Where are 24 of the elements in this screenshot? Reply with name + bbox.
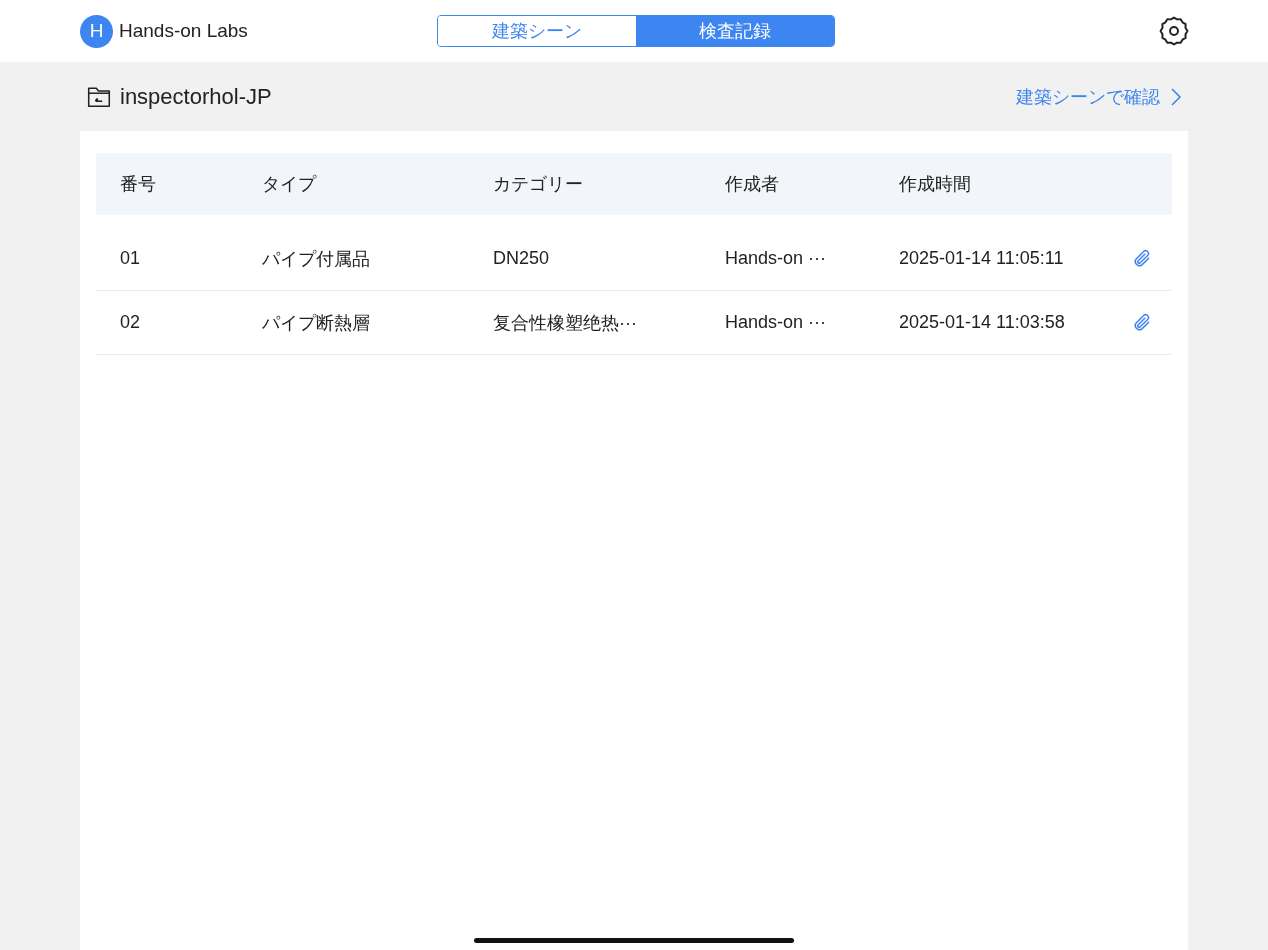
tab[interactable]: 検査記録 — [635, 16, 834, 46]
settings-icon[interactable] — [1157, 14, 1191, 48]
avatar-circle: H — [80, 14, 113, 48]
project-name: inspectorhol-JP — [120, 83, 272, 110]
column-header: タイプ — [262, 173, 318, 196]
column-header: カテゴリー — [493, 173, 584, 196]
paperclip-icon[interactable] — [1132, 248, 1152, 269]
table-cell-text: パイプ断熱層 — [262, 311, 371, 335]
table-cell-text: Hands-on ··· — [725, 248, 828, 269]
column-header: 作成時間 — [899, 173, 972, 196]
table-cell-text: 复合性橡塑绝热··· — [493, 311, 638, 335]
view-link[interactable]: 建築シーンで確認 — [1016, 84, 1182, 109]
table-cell-text: DN250 — [493, 248, 551, 269]
column-header: 番号 — [120, 173, 157, 196]
paperclip-icon[interactable] — [1132, 312, 1152, 333]
chevron-icon — [1170, 86, 1182, 107]
table-cell-text: 2025-01-14 11:03:58 — [899, 312, 1066, 333]
table-cell-text: 2025-01-14 11:05:11 — [899, 248, 1065, 269]
table-cell-text: 01 — [120, 248, 142, 269]
column-header: 作成者 — [725, 173, 780, 196]
table-cell-text: Hands-on ··· — [725, 312, 828, 333]
app-name: Hands-on Labs — [119, 20, 248, 42]
table-cell-text: パイプ付属品 — [262, 247, 371, 271]
table-cell-text: 02 — [120, 312, 142, 333]
